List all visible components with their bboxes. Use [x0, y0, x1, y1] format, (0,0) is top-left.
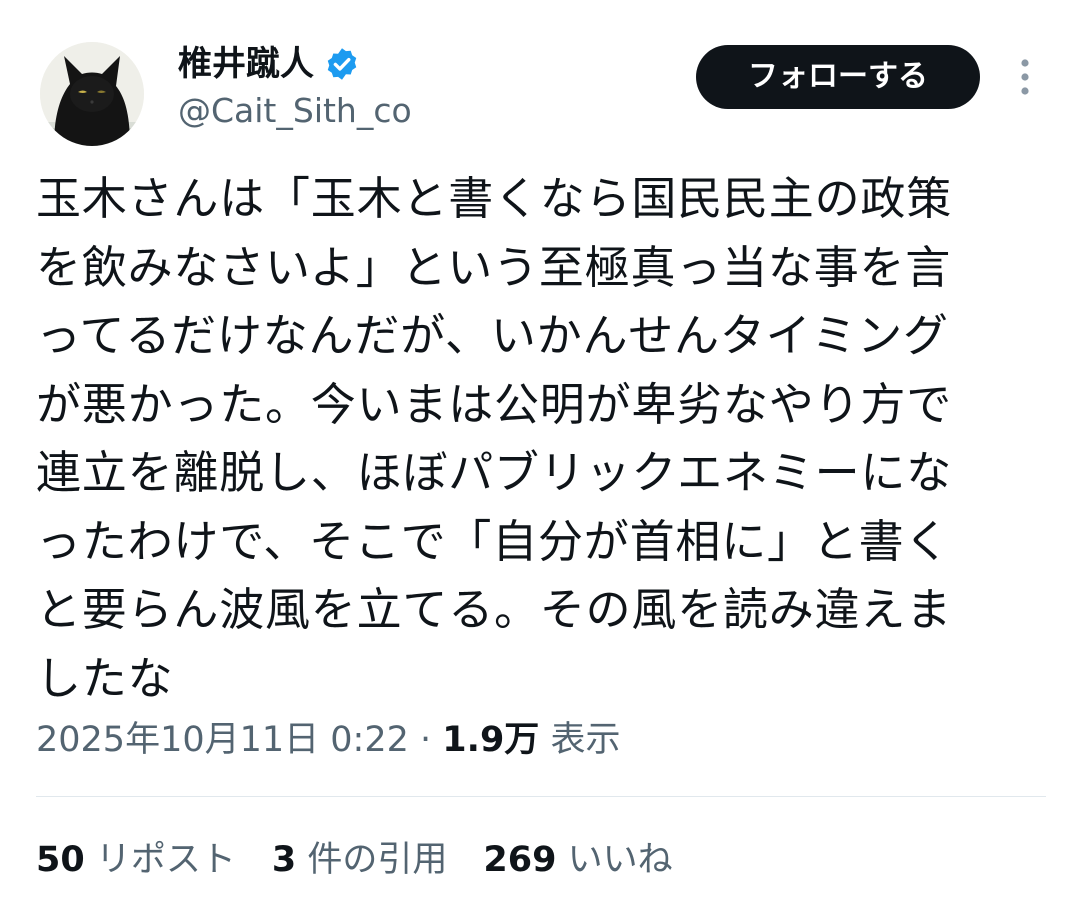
tweet-text-line: 玉木さんは「玉木と書くなら国民民主の政策 — [36, 172, 953, 225]
display-name-row: 椎井蹴人 — [178, 38, 360, 90]
reposts-label: リポスト — [95, 840, 236, 880]
follow-button[interactable]: フォローする — [696, 45, 980, 109]
meta-separator: · — [420, 720, 432, 760]
reposts-stat[interactable]: 50 リポスト — [36, 830, 236, 890]
avatar[interactable] — [40, 42, 144, 146]
tweet-text-line: 連立を離脱し、ほぼパブリックエネミーにな — [36, 446, 953, 499]
tweet-text-line: ってるだけなんだが、いかんせんタイミング — [36, 309, 949, 362]
views-label: 表示 — [550, 720, 621, 760]
views-count: 1.9万 — [442, 720, 540, 760]
divider — [36, 796, 1046, 797]
likes-count: 269 — [483, 840, 557, 880]
quotes-label: 件の引用 — [307, 840, 448, 880]
quotes-count: 3 — [271, 840, 297, 880]
verified-badge-icon[interactable] — [324, 46, 360, 82]
tweet-text-line: が悪かった。今いまは公明が卑劣なやり方で — [36, 377, 953, 431]
timestamp[interactable]: 2025年10月11日 0:22 — [36, 720, 409, 760]
more-vertical-icon[interactable] — [1008, 55, 1042, 99]
tweet-meta: 2025年10月11日 0:22 · 1.9万 表示 — [36, 710, 620, 770]
tweet-text-line: を飲みなさいよ」という至極真っ当な事を言 — [36, 240, 952, 294]
engagement-stats: 50 リポスト 3 件の引用 269 いいね — [36, 830, 709, 890]
likes-label: いいね — [567, 840, 673, 880]
reposts-count: 50 — [36, 840, 85, 880]
tweet-text-line: したな — [36, 651, 174, 705]
tweet-text-line: ったわけで、そこで「自分が首相に」と書く — [36, 514, 951, 568]
user-handle[interactable]: @Cait_Sith_co — [178, 88, 412, 134]
quotes-stat[interactable]: 3 件の引用 — [272, 830, 448, 890]
display-name[interactable]: 椎井蹴人 — [178, 38, 314, 90]
tweet-text: 玉木さんは「玉木と書くなら国民民主の政策 を飲みなさいよ」という至極真っ当な事を… — [36, 165, 1046, 713]
black-cat-avatar-icon — [40, 42, 144, 146]
likes-stat[interactable]: 269 いいね — [483, 830, 672, 890]
tweet-text-line: と要らん波風を立てる。その風を読み違えま — [36, 583, 953, 636]
